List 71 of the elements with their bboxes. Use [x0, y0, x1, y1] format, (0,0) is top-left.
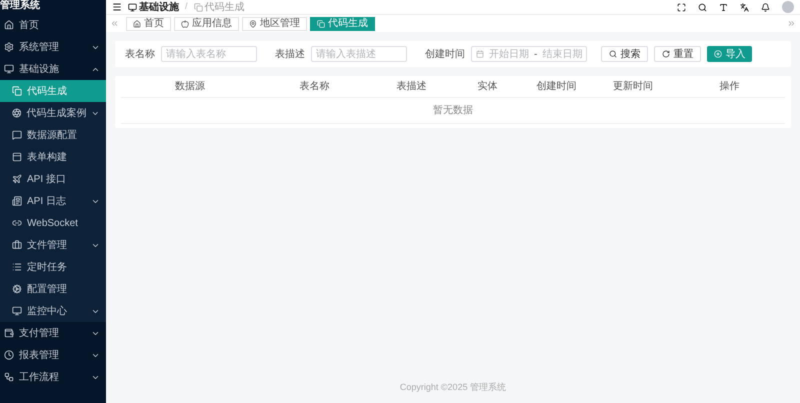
reset-button[interactable]: 重置	[654, 46, 702, 62]
column-header: 操作	[718, 80, 741, 94]
bell-icon[interactable]	[761, 2, 770, 12]
aperture-icon	[12, 108, 22, 118]
field-label: 创建时间	[425, 48, 465, 62]
briefcase-icon	[12, 240, 22, 250]
sidebar-item[interactable]: API 日志	[0, 190, 106, 212]
sidebar-item[interactable]: 配置管理	[0, 278, 106, 300]
column-header: 更新时间	[612, 80, 654, 94]
breadcrumb-item[interactable]: 基础设施	[139, 0, 179, 14]
field-label: 表描述	[275, 48, 305, 62]
column-header: 实体	[476, 80, 499, 94]
date-range-field[interactable]: 开始日期 - 结束日期	[471, 46, 588, 62]
search-icon	[609, 50, 618, 58]
copy-icon	[12, 86, 22, 96]
sidebar-item[interactable]: 监控中心	[0, 300, 106, 322]
breadcrumb-separator: /	[185, 0, 188, 14]
calendar-icon	[476, 50, 484, 58]
search-button[interactable]: 搜索	[601, 46, 648, 62]
refresh-icon	[662, 50, 670, 58]
monitor-icon	[12, 306, 22, 316]
sidebar-item[interactable]: WebSocket	[0, 212, 106, 234]
field-label: 表名称	[125, 48, 155, 62]
empty-message: 暂无数据	[433, 104, 473, 118]
cog-icon	[12, 284, 22, 294]
tab[interactable]: 地区管理	[242, 16, 307, 30]
copyright-text: Copyright ©2025 管理系统	[400, 380, 506, 394]
fullscreen-icon[interactable]	[677, 2, 686, 12]
plane-icon	[12, 174, 22, 184]
list-icon	[12, 262, 22, 272]
column-header: 表名称	[298, 80, 331, 94]
monitor-icon	[4, 64, 14, 74]
input-field[interactable]: 请输入表描述	[311, 46, 407, 62]
clock-icon	[4, 350, 14, 360]
sidebar-item[interactable]: 定时任务	[0, 256, 106, 278]
search-icon[interactable]	[698, 2, 707, 12]
apple-icon	[181, 20, 189, 28]
sidebar-item[interactable]: 系统管理	[0, 36, 106, 58]
sidebar-item[interactable]: 文件管理	[0, 234, 106, 256]
sidebar-item[interactable]: 代码生成案例	[0, 102, 106, 124]
copy-icon	[194, 2, 203, 12]
sidebar-item[interactable]: 数据源配置	[0, 124, 106, 146]
home-icon	[133, 20, 141, 28]
input-field[interactable]: 请输入表名称	[161, 46, 257, 62]
workflow-icon	[4, 372, 14, 382]
sidebar-item[interactable]: 表单构建	[0, 146, 106, 168]
link-icon	[12, 218, 22, 228]
menu-icon[interactable]	[112, 2, 122, 12]
monitor-icon	[128, 2, 137, 12]
sidebar-item[interactable]: 报表管理	[0, 344, 106, 366]
settings-icon	[4, 42, 14, 52]
translate-icon[interactable]	[740, 2, 749, 12]
column-header: 创建时间	[536, 80, 578, 94]
wallet-icon	[4, 328, 14, 338]
map-pin-icon	[249, 20, 257, 28]
tab[interactable]: 应用信息	[174, 16, 239, 30]
copy-icon	[317, 20, 325, 28]
home-icon	[4, 20, 14, 30]
newspaper-icon	[12, 196, 22, 206]
column-header: 数据源	[174, 80, 206, 94]
column-header: 表描述	[395, 80, 428, 94]
plus-circle-icon	[714, 50, 722, 58]
tab[interactable]: 首页	[126, 16, 171, 30]
font-size-icon[interactable]	[719, 2, 728, 12]
chat-icon	[12, 130, 22, 140]
sidebar-item[interactable]: 首页	[0, 14, 106, 36]
sidebar-item[interactable]: 支付管理	[0, 322, 106, 344]
sidebar-item[interactable]: API 接口	[0, 168, 106, 190]
sidebar-item[interactable]: 工作流程	[0, 366, 106, 388]
sidebar-item[interactable]: 基础设施	[0, 58, 106, 80]
form-icon	[12, 152, 22, 162]
